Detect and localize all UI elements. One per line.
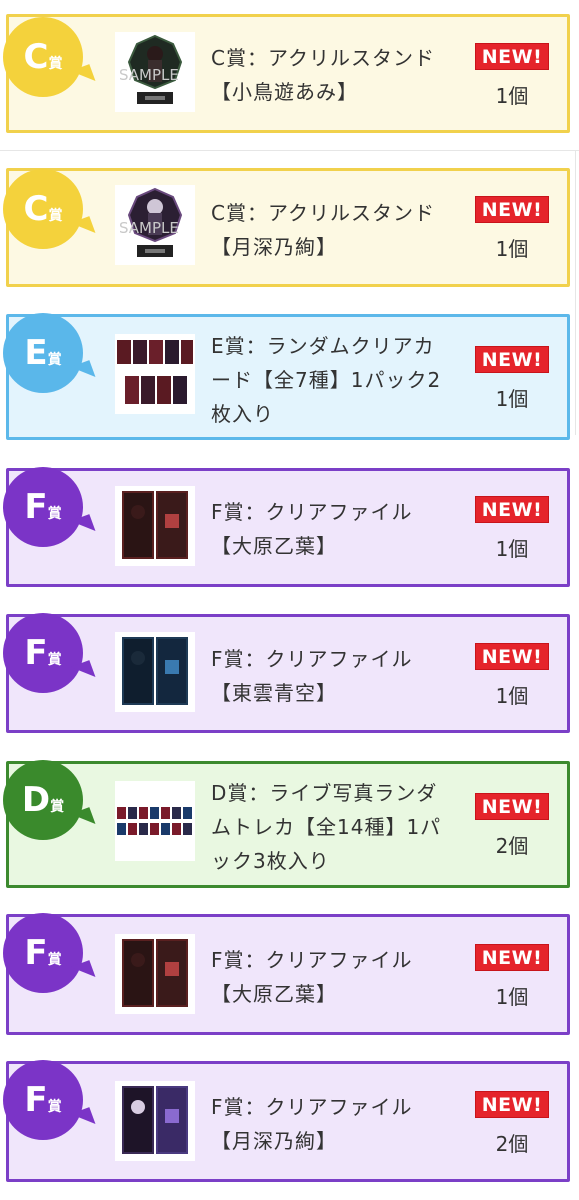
new-badge: NEW!	[475, 346, 549, 373]
new-badge: NEW!	[475, 496, 549, 523]
title-line: 枚入り	[211, 402, 274, 426]
prize-thumbnail[interactable]: SAMPLE	[115, 32, 195, 112]
title-line: 【大原乙葉】	[211, 982, 337, 1006]
prize-thumbnail[interactable]	[115, 934, 195, 1014]
prize-quantity: 1個	[495, 985, 529, 1009]
prize-title: D賞：ライブ写真ランダ ムトレカ【全14種】1パ ック3枚入り	[211, 776, 469, 878]
title-line: 【月深乃絢】	[211, 1129, 337, 1153]
title-line: 【大原乙葉】	[211, 534, 337, 558]
prize-title: F賞：クリアファイル 【大原乙葉】	[211, 943, 469, 1011]
prize-card[interactable]: C賞 SAMPLE C賞：アクリルスタンド 【小鳥遊あみ】 NEW! 1個	[3, 14, 570, 133]
new-badge: NEW!	[475, 643, 549, 670]
grade-letter: F	[24, 487, 47, 527]
grade-suffix: 賞	[47, 352, 62, 368]
prize-card[interactable]: F賞 F賞：クリアファイル 【東雲青空】 NEW! 1個	[3, 613, 570, 733]
new-badge: NEW!	[475, 43, 549, 70]
new-badge: NEW!	[475, 1091, 549, 1118]
new-badge: NEW!	[475, 944, 549, 971]
prize-title: C賞：アクリルスタンド 【月深乃絢】	[211, 196, 469, 264]
grade-letter: D	[21, 780, 50, 820]
title-line: ムトレカ【全14種】1パ	[211, 815, 442, 839]
title-line: F賞：クリアファイル	[211, 1095, 413, 1119]
grade-letter: C	[23, 189, 49, 229]
clear-file-icon	[122, 1086, 188, 1154]
prize-grade-badge: F賞	[3, 1060, 83, 1140]
grade-suffix: 賞	[47, 1099, 62, 1115]
grade-letter: F	[24, 1080, 47, 1120]
grade-suffix: 賞	[47, 652, 62, 668]
prize-grade-badge: C賞	[3, 169, 83, 249]
prize-quantity: 1個	[495, 237, 529, 261]
grade-suffix: 賞	[47, 952, 62, 968]
prize-thumbnail[interactable]	[115, 334, 195, 414]
grade-letter: F	[24, 933, 47, 973]
prize-title: C賞：アクリルスタンド 【小鳥遊あみ】	[211, 41, 469, 109]
title-line: E賞：ランダムクリアカ	[211, 334, 435, 358]
title-line: D賞：ライブ写真ランダ	[211, 781, 438, 805]
section-divider	[0, 150, 579, 151]
prize-title: F賞：クリアファイル 【東雲青空】	[211, 642, 469, 710]
prize-card[interactable]: F賞 F賞：クリアファイル 【大原乙葉】 NEW! 1個	[3, 467, 570, 587]
title-line: C賞：アクリルスタンド	[211, 201, 435, 225]
prize-quantity: 2個	[495, 1132, 529, 1156]
clear-file-icon	[122, 939, 188, 1007]
prize-quantity: 1個	[495, 84, 529, 108]
grade-letter: E	[24, 333, 47, 373]
prize-quantity: 1個	[495, 387, 529, 411]
prize-title: F賞：クリアファイル 【月深乃絢】	[211, 1090, 469, 1158]
section-edge	[575, 150, 576, 435]
grade-suffix: 賞	[50, 799, 65, 815]
prize-card[interactable]: C賞 SAMPLE C賞：アクリルスタンド 【月深乃絢】 NEW! 1個	[3, 168, 570, 287]
grade-suffix: 賞	[48, 208, 63, 224]
prize-grade-badge: C賞	[3, 17, 83, 97]
title-line: ード【全7種】1パック2	[211, 368, 442, 392]
prize-quantity: 1個	[495, 537, 529, 561]
prize-thumbnail[interactable]	[115, 1081, 195, 1161]
prize-card[interactable]: E賞 E賞：ランダムクリアカ ード【全7種】1パック2 枚入り NEW! 1個	[3, 313, 570, 440]
prize-quantity: 2個	[495, 834, 529, 858]
prize-thumbnail[interactable]	[115, 486, 195, 566]
prize-grade-badge: E賞	[3, 313, 83, 393]
grade-suffix: 賞	[48, 56, 63, 72]
title-line: F賞：クリアファイル	[211, 647, 413, 671]
acrylic-stand-icon: SAMPLE	[119, 187, 183, 257]
prize-quantity: 1個	[495, 684, 529, 708]
new-badge: NEW!	[475, 196, 549, 223]
prize-thumbnail[interactable]	[115, 632, 195, 712]
title-line: 【小鳥遊あみ】	[211, 80, 358, 104]
title-line: C賞：アクリルスタンド	[211, 46, 435, 70]
sample-watermark: SAMPLE	[119, 66, 179, 84]
prize-title: E賞：ランダムクリアカ ード【全7種】1パック2 枚入り	[211, 329, 469, 431]
title-line: 【東雲青空】	[211, 681, 337, 705]
title-line: F賞：クリアファイル	[211, 500, 413, 524]
trading-cards-icon	[117, 807, 192, 835]
title-line: F賞：クリアファイル	[211, 948, 413, 972]
clear-cards-icon	[117, 340, 193, 404]
prize-card[interactable]: F賞 F賞：クリアファイル 【月深乃絢】 NEW! 2個	[3, 1060, 570, 1182]
grade-letter: F	[24, 633, 47, 673]
title-line: 【月深乃絢】	[211, 235, 337, 259]
prize-grade-badge: D賞	[3, 760, 83, 840]
prize-card[interactable]: D賞 D賞：ライブ写真ランダ ムトレカ【全14種】1パ ック3枚入り NEW! …	[3, 760, 570, 888]
prize-grade-badge: F賞	[3, 613, 83, 693]
grade-suffix: 賞	[47, 506, 62, 522]
grade-letter: C	[23, 37, 49, 77]
sample-watermark: SAMPLE	[119, 219, 179, 237]
title-line: ック3枚入り	[211, 849, 330, 873]
prize-card[interactable]: F賞 F賞：クリアファイル 【大原乙葉】 NEW! 1個	[3, 913, 570, 1035]
prize-thumbnail[interactable]: SAMPLE	[115, 185, 195, 265]
prize-title: F賞：クリアファイル 【大原乙葉】	[211, 495, 469, 563]
clear-file-icon	[122, 491, 188, 559]
prize-thumbnail[interactable]	[115, 781, 195, 861]
prize-grade-badge: F賞	[3, 467, 83, 547]
new-badge: NEW!	[475, 793, 549, 820]
acrylic-stand-icon: SAMPLE	[119, 34, 183, 104]
prize-grade-badge: F賞	[3, 913, 83, 993]
clear-file-icon	[122, 637, 188, 705]
